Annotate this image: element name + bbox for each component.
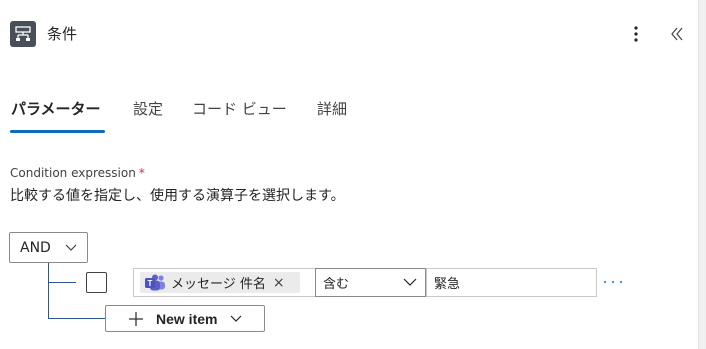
condition-description: 比較する値を指定し、使用する演算子を選択します。 [10, 188, 345, 204]
tab-settings[interactable]: 設定 [133, 99, 163, 119]
group-operator-dropdown[interactable]: AND [9, 232, 88, 263]
tree-connector-new-item [48, 318, 105, 319]
more-vertical-icon [634, 26, 638, 42]
new-item-button[interactable]: New item [105, 305, 265, 332]
plus-icon [129, 312, 143, 326]
right-operand-value: 緊急 [434, 277, 461, 292]
condition-expression-label: Condition expression * [10, 165, 145, 181]
row-select-checkbox[interactable] [86, 272, 107, 293]
token-label: メッセージ 件名 [171, 277, 266, 292]
row-more-options-button[interactable] [604, 276, 622, 288]
active-tab-indicator [10, 130, 105, 133]
tab-code-view[interactable]: コード ビュー [192, 99, 287, 119]
more-horizontal-icon-dot [620, 281, 622, 283]
new-item-label: New item [156, 311, 218, 327]
condition-expression-text: Condition expression [10, 166, 136, 180]
panel-title: 条件 [47, 25, 78, 43]
tree-connector-vertical [48, 263, 49, 319]
double-chevron-left-icon [671, 27, 683, 41]
more-options-button[interactable] [627, 23, 645, 45]
group-operator-value: AND [20, 239, 51, 256]
more-horizontal-icon [604, 281, 606, 283]
more-horizontal-icon-dot [612, 281, 614, 283]
svg-text:T: T [148, 279, 153, 288]
panel-scroll-edge [698, 0, 706, 349]
left-operand-field[interactable]: T メッセージ 件名 × [133, 268, 316, 297]
tree-connector-row [48, 282, 76, 283]
chevron-down-icon [65, 244, 77, 251]
dynamic-content-token: T メッセージ 件名 × [140, 272, 300, 293]
remove-token-button[interactable]: × [273, 276, 285, 290]
collapse-panel-button[interactable] [666, 23, 688, 45]
operator-dropdown[interactable]: 含む [315, 268, 426, 297]
operator-value: 含む [323, 277, 350, 292]
tab-parameters[interactable]: パラメーター [11, 99, 101, 119]
chevron-down-icon [230, 315, 242, 322]
required-marker: * [138, 166, 145, 180]
condition-panel: 条件 パラメーター 設定 コード ビュー 詳細 Condition expres… [0, 0, 698, 349]
teams-icon: T [144, 274, 166, 291]
tab-details[interactable]: 詳細 [317, 99, 347, 119]
right-operand-field[interactable]: 緊急 [426, 268, 597, 297]
chevron-down-icon [403, 278, 417, 286]
condition-icon [10, 21, 36, 47]
